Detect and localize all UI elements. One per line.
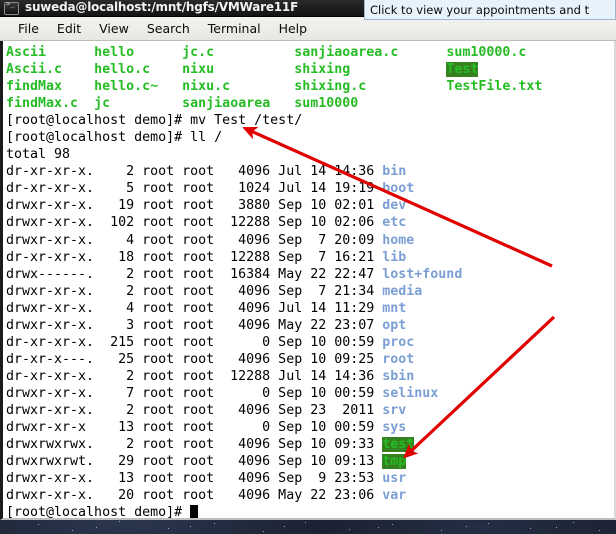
desktop-star	[556, 527, 557, 528]
desktop-star	[38, 524, 39, 525]
desktop-star	[488, 523, 489, 524]
desktop-star	[263, 531, 264, 532]
panel-tooltip: Click to view your appointments and t	[364, 0, 616, 20]
desktop-star	[530, 528, 531, 529]
desktop-star	[378, 527, 379, 528]
desktop-star	[72, 530, 73, 531]
terminal-icon	[4, 0, 19, 15]
menu-item-search[interactable]: Search	[138, 21, 199, 36]
terminal-output-area[interactable]: Ascii hello jc.c sanjiaoarea.c sum10000.…	[0, 41, 616, 520]
terminal-text: Ascii hello jc.c sanjiaoarea.c sum10000.…	[6, 45, 543, 520]
menu-item-view[interactable]: View	[90, 21, 138, 36]
desktop-star	[119, 521, 120, 522]
menu-item-edit[interactable]: Edit	[48, 21, 90, 36]
window-title: suweda@localhost:/mnt/hgfs/VMWare11F	[25, 0, 299, 14]
menu-item-help[interactable]: Help	[270, 21, 317, 36]
desktop-star	[573, 522, 574, 523]
desktop-star	[190, 526, 191, 527]
menu-item-terminal[interactable]: Terminal	[199, 21, 270, 36]
desktop-star	[284, 526, 285, 527]
desktop-star	[349, 529, 350, 530]
desktop-star	[214, 523, 215, 524]
tooltip-text: Click to view your appointments and t	[370, 2, 590, 17]
menu-item-file[interactable]: File	[9, 21, 48, 36]
terminal-cursor	[190, 505, 199, 518]
desktop-star	[96, 527, 97, 528]
desktop-star	[168, 528, 169, 529]
desktop-star	[392, 524, 393, 525]
terminal-window: suweda@localhost:/mnt/hgfs/VMWare11F Fil…	[0, 0, 616, 520]
desktop-star	[599, 530, 600, 531]
desktop-star	[441, 530, 442, 531]
menubar: File Edit View Search Terminal Help	[0, 17, 616, 41]
desktop-star	[305, 522, 306, 523]
desktop-star	[466, 526, 467, 527]
